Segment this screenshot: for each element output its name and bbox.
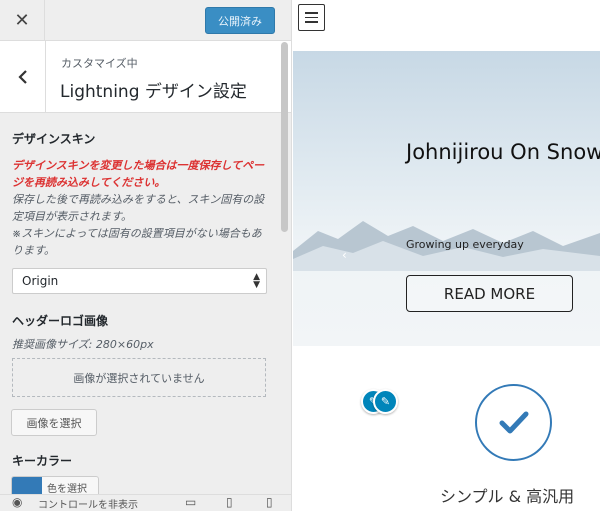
mobile-preview-icon[interactable]: ▯: [266, 495, 273, 509]
design-skin-label: デザインスキン: [12, 132, 96, 146]
section-title: Lightning デザイン設定: [60, 82, 247, 102]
design-skin-note: ※スキンによっては固有の設置項目がない場合もあります。: [12, 227, 262, 257]
section-header: カスタマイズ中 Lightning デザイン設定: [0, 41, 291, 113]
close-icon: ✕: [14, 10, 30, 31]
select-image-button[interactable]: 画像を選択: [11, 409, 97, 436]
hide-controls-icon[interactable]: ◉: [12, 495, 22, 509]
panel-scrollbar[interactable]: [281, 42, 288, 232]
hero-subtitle: Growing up everyday: [406, 238, 524, 251]
header-logo-description: 推奨画像サイズ: 280×60px: [12, 338, 154, 351]
hero-title: Johnijirou On Snow: [406, 140, 600, 164]
edit-pencil-icon-2[interactable]: ✎: [373, 389, 398, 414]
desktop-preview-icon[interactable]: ▭: [185, 495, 196, 509]
design-skin-section: デザインスキン デザインスキンを変更した場合は一度保存してページを再読み込みして…: [12, 130, 270, 259]
back-button[interactable]: [0, 41, 46, 113]
slider-prev-icon[interactable]: ‹: [342, 248, 347, 262]
edit-shortcuts: ✎ ✎: [361, 389, 405, 417]
hamburger-menu-button[interactable]: [298, 4, 325, 31]
snow-mountains-image: [293, 221, 600, 271]
feature-check-icon: [475, 384, 552, 461]
chevron-left-icon: [17, 70, 27, 84]
customizer-topbar: ✕ 公開済み: [0, 0, 291, 41]
section-subtitle: カスタマイズ中: [61, 57, 138, 70]
hide-controls-label[interactable]: コントロールを非表示: [38, 496, 138, 511]
customizer-panel: ✕ 公開済み カスタマイズ中 Lightning デザイン設定 デザインスキン …: [0, 0, 292, 511]
menu-line: [305, 21, 318, 23]
design-skin-selected-value: Origin: [22, 274, 59, 288]
design-skin-description: 保存した後で再読み込みをすると、スキン固有の設定項目が表示されます。: [12, 193, 265, 223]
publish-button[interactable]: 公開済み: [205, 7, 275, 34]
site-preview: ‹ Johnijirou On Snow Growing up everyday…: [293, 0, 600, 511]
menu-line: [305, 16, 318, 19]
menu-line: [305, 12, 318, 14]
header-logo-label: ヘッダーロゴ画像: [12, 314, 109, 328]
select-arrows-icon: ▲ ▼: [253, 272, 260, 290]
header-logo-placeholder[interactable]: 画像が選択されていません: [12, 358, 266, 397]
hero-slider: ‹ Johnijirou On Snow Growing up everyday…: [293, 51, 600, 346]
key-color-label: キーカラー: [12, 454, 73, 468]
feature-title: シンプル & 高汎用: [440, 487, 575, 506]
design-skin-warning: デザインスキンを変更した場合は一度保存してページを再読み込みしてください。: [12, 159, 265, 189]
tablet-preview-icon[interactable]: ▯: [226, 495, 233, 509]
checkmark-icon: [499, 411, 528, 433]
customizer-footer: ◉ コントロールを非表示 ▭ ▯ ▯: [0, 494, 291, 511]
read-more-button[interactable]: READ MORE: [406, 275, 573, 312]
close-customizer-button[interactable]: ✕: [0, 0, 45, 41]
design-skin-select[interactable]: Origin ▲ ▼: [12, 268, 267, 294]
